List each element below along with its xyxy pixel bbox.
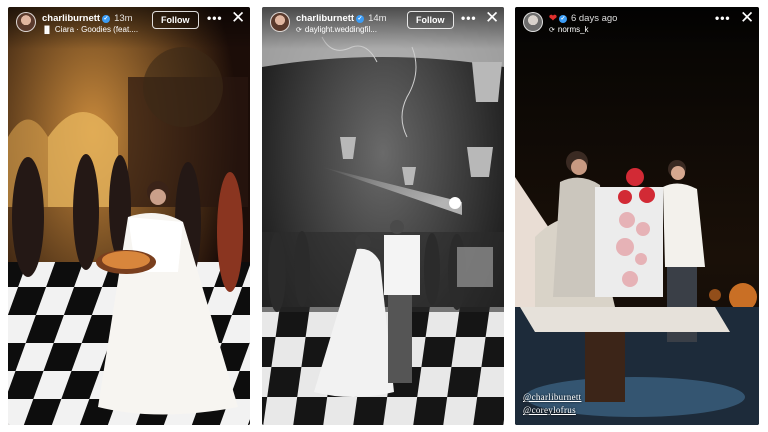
mention-tag[interactable]: @coreylofrus	[523, 405, 576, 415]
repost-icon: ⟳	[296, 27, 302, 34]
username[interactable]: charliburnett ✓ 14m	[296, 13, 387, 24]
avatar[interactable]	[523, 12, 543, 32]
more-options-icon[interactable]: •••	[207, 11, 223, 25]
story-panel-3[interactable]: ❤ ✓ 6 days ago ⟳ norms_k ••• ✕ @charliburne…	[515, 7, 759, 425]
timestamp: 13m	[114, 13, 133, 24]
story-photo	[262, 7, 504, 425]
heart-icon: ❤	[549, 13, 557, 24]
more-options-icon[interactable]: •••	[461, 11, 477, 25]
avatar[interactable]	[16, 12, 36, 32]
mention-tag[interactable]: @charliburnett	[523, 392, 581, 402]
verified-badge-icon: ✓	[356, 15, 365, 23]
repost-attribution[interactable]: ⟳ norms_k	[549, 25, 589, 34]
close-icon[interactable]: ✕	[740, 9, 754, 27]
follow-button[interactable]: Follow	[152, 11, 199, 29]
music-attribution[interactable]: ▐▌ Ciara · Goodies (feat....	[42, 25, 138, 34]
story-photo	[8, 7, 250, 425]
username[interactable]: charliburnett ✓ 13m	[42, 13, 133, 24]
close-icon[interactable]: ✕	[231, 9, 245, 27]
repost-icon: ⟳	[549, 27, 555, 34]
more-options-icon[interactable]: •••	[715, 11, 731, 25]
story-header: ❤ ✓ 6 days ago ⟳ norms_k ••• ✕	[515, 7, 759, 49]
story-photo	[515, 7, 759, 425]
close-icon[interactable]: ✕	[485, 9, 499, 27]
verified-badge-icon: ✓	[558, 15, 567, 23]
verified-badge-icon: ✓	[102, 15, 111, 23]
story-header: charliburnett ✓ 13m ▐▌ Ciara · Goodies (fea…	[8, 7, 250, 49]
timestamp: 6 days ago	[570, 13, 618, 24]
story-panel-2[interactable]: charliburnett ✓ 14m ⟳ daylight.weddingfil..…	[262, 7, 504, 425]
timestamp: 14m	[368, 13, 387, 24]
avatar[interactable]	[270, 12, 290, 32]
music-icon: ▐▌	[42, 27, 52, 34]
follow-button[interactable]: Follow	[407, 11, 454, 29]
username[interactable]: ❤ ✓ 6 days ago	[549, 13, 617, 24]
repost-attribution[interactable]: ⟳ daylight.weddingfil...	[296, 25, 377, 34]
story-header: charliburnett ✓ 14m ⟳ daylight.weddingfil..…	[262, 7, 504, 49]
story-panel-1[interactable]: charliburnett ✓ 13m ▐▌ Ciara · Goodies (fea…	[8, 7, 250, 425]
